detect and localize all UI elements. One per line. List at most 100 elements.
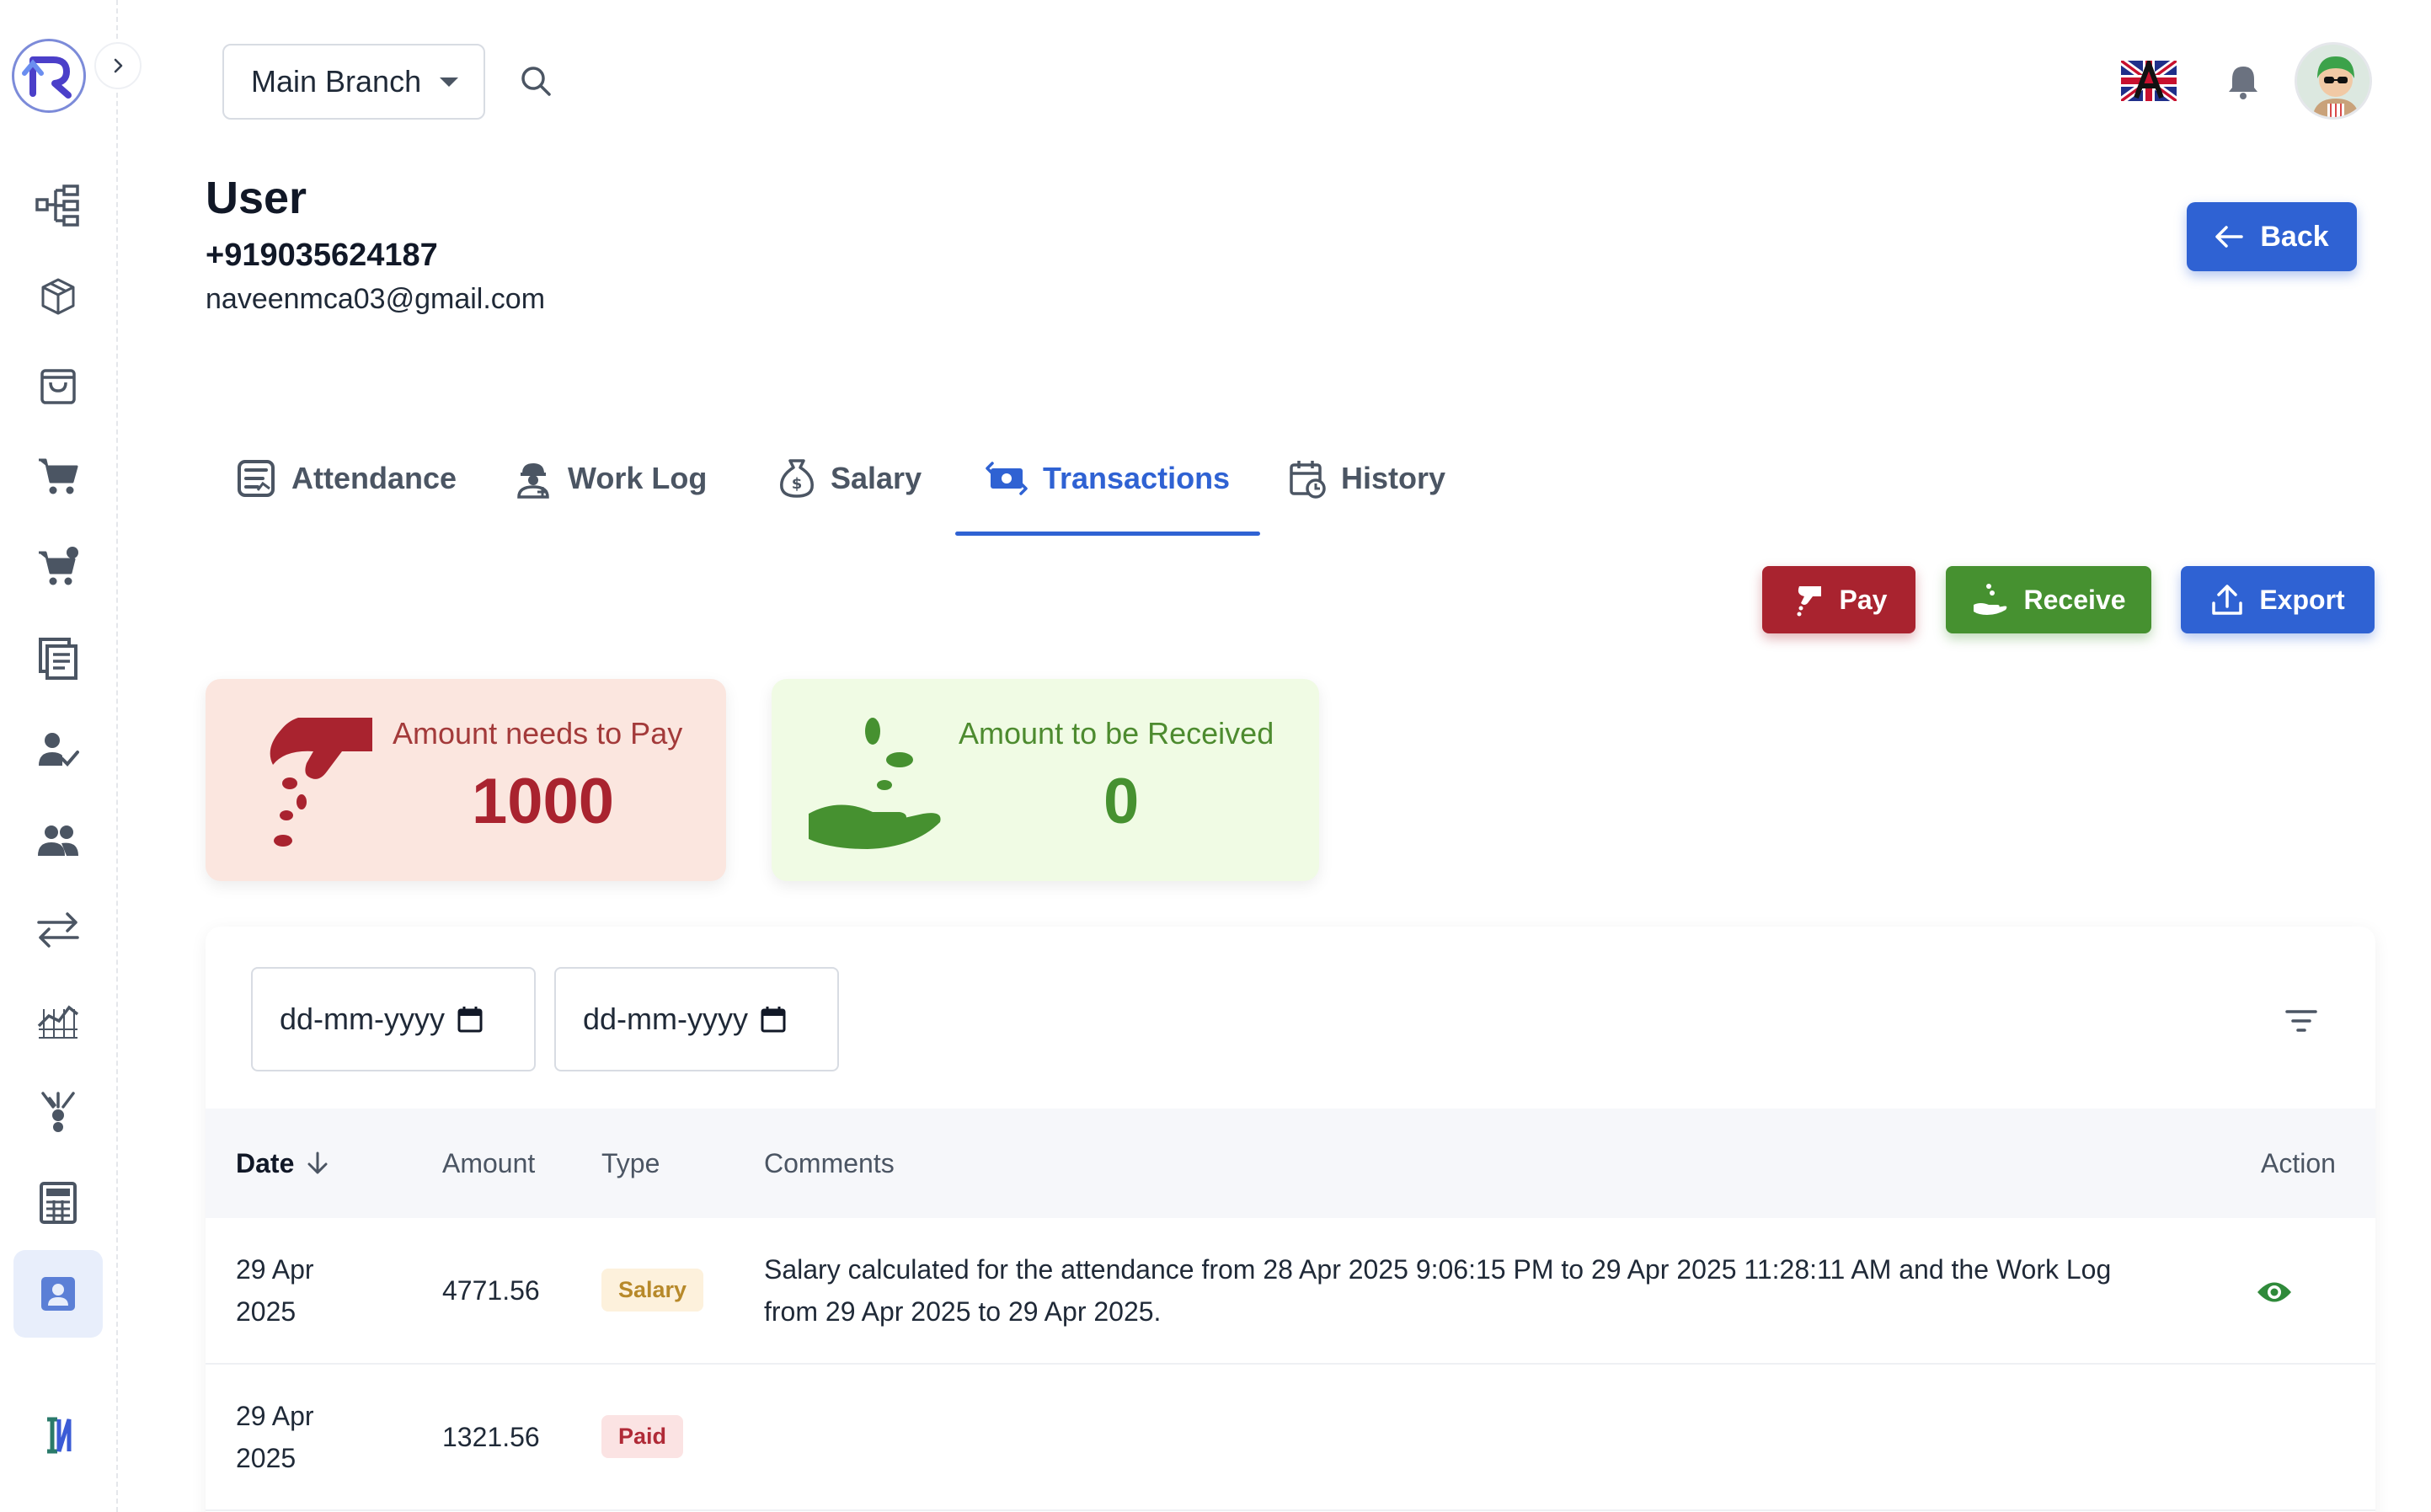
calendar-icon <box>457 1007 483 1033</box>
avatar-illustration-icon <box>2297 45 2370 117</box>
date-to-placeholder: dd-mm-yyyy <box>583 1002 748 1036</box>
sidebar-item-org-chart[interactable] <box>13 162 103 249</box>
date-from-input[interactable]: dd-mm-yyyy <box>251 967 536 1071</box>
search-icon <box>521 67 551 96</box>
notifications-button[interactable] <box>2220 59 2266 104</box>
branch-select-value: Main Branch <box>251 64 422 99</box>
hierarchy-icon <box>35 184 79 227</box>
column-amount: Amount <box>442 1109 535 1218</box>
brand-mark-icon <box>47 1417 72 1454</box>
row-amount: 4771.56 <box>442 1275 540 1306</box>
sidebar-item-orders[interactable] <box>13 342 103 430</box>
cart-icon <box>39 458 78 494</box>
cart-notification-icon <box>39 547 78 585</box>
tab-label: History <box>1341 461 1446 495</box>
users-group-icon <box>38 825 78 856</box>
tab-label: Attendance <box>291 461 457 495</box>
tab-salary[interactable]: $ Salary <box>748 421 952 536</box>
sort-descending-icon <box>307 1151 328 1174</box>
sidebar-item-products[interactable] <box>13 253 103 340</box>
tab-attendance[interactable]: Attendance <box>206 421 487 536</box>
receive-button-label: Receive <box>2023 584 2126 615</box>
table-row: 29 Apr 2025 4771.56 Salary Salary calcul… <box>206 1218 2375 1365</box>
column-amount-label: Amount <box>442 1147 536 1178</box>
table-header: Date Amount Type Comments Action <box>206 1109 2375 1218</box>
svg-text:$: $ <box>792 475 803 493</box>
sidebar-expand-button[interactable] <box>94 42 142 89</box>
row-date: 29 Apr 2025 <box>236 1401 314 1473</box>
pay-button[interactable]: Pay <box>1762 566 1915 633</box>
page-title: User <box>206 173 307 223</box>
money-bag-icon: $ <box>780 459 814 498</box>
amount-to-receive-card: Amount to be Received 0 <box>772 679 1319 881</box>
sidebar-item-calculator[interactable] <box>13 1159 103 1247</box>
document-list-icon <box>39 638 77 680</box>
column-date-label: Date <box>236 1147 295 1178</box>
sidebar <box>0 0 142 1512</box>
user-phone: +919035624187 <box>206 238 438 273</box>
search-button[interactable] <box>514 59 558 103</box>
app-logo[interactable] <box>12 39 86 113</box>
amount-to-pay-label: Amount needs to Pay <box>393 716 683 751</box>
calendar-icon <box>761 1007 786 1033</box>
column-comments: Comments <box>764 1109 895 1218</box>
column-type: Type <box>601 1109 660 1218</box>
arrow-left-icon <box>2215 226 2244 248</box>
contact-card-icon <box>41 1277 75 1311</box>
type-badge: Salary <box>601 1269 704 1312</box>
sidebar-item-integrations[interactable] <box>13 1068 103 1156</box>
tab-work-log[interactable]: Work Log <box>484 421 737 536</box>
filter-button[interactable] <box>2281 1001 2321 1041</box>
tab-label: Salary <box>831 461 922 495</box>
sidebar-item-cart-alert[interactable] <box>13 522 103 610</box>
sidebar-item-staff[interactable] <box>13 1250 103 1338</box>
amount-to-receive-value: 0 <box>1103 766 1140 837</box>
row-comment: Salary calculated for the attendance fro… <box>764 1254 2112 1327</box>
sidebar-item-cart[interactable] <box>13 433 103 521</box>
uk-flag-icon <box>2118 56 2179 104</box>
chevron-down-icon <box>440 77 458 87</box>
logo-icon <box>22 56 72 99</box>
back-button-label: Back <box>2260 220 2329 253</box>
column-date[interactable]: Date <box>236 1109 329 1218</box>
amount-to-receive-label: Amount to be Received <box>959 716 1274 751</box>
pay-hand-icon <box>1797 586 1821 617</box>
column-type-label: Type <box>601 1147 660 1178</box>
sidebar-item-reports[interactable] <box>13 615 103 703</box>
row-date: 29 Apr 2025 <box>236 1254 314 1327</box>
back-button[interactable]: Back <box>2187 202 2357 271</box>
merge-icon <box>41 1092 75 1132</box>
sidebar-item-user-approve[interactable] <box>13 706 103 793</box>
pay-button-label: Pay <box>1839 584 1888 615</box>
receive-button[interactable]: Receive <box>1946 566 2151 633</box>
calculator-icon <box>40 1182 77 1224</box>
export-button-label: Export <box>2259 584 2345 615</box>
chevron-right-icon <box>114 58 123 73</box>
filter-icon <box>2285 1010 2317 1032</box>
date-to-input[interactable]: dd-mm-yyyy <box>554 967 839 1071</box>
user-avatar[interactable] <box>2295 42 2372 120</box>
tab-transactions[interactable]: Transactions <box>955 421 1261 536</box>
swap-arrows-icon <box>37 912 79 948</box>
amount-to-pay-card: Amount needs to Pay 1000 <box>206 679 726 881</box>
receive-hand-icon <box>809 718 941 849</box>
tab-label: Work Log <box>568 461 708 495</box>
sidebar-footer-logo <box>13 1392 103 1479</box>
sidebar-item-users[interactable] <box>13 797 103 884</box>
column-action-label: Action <box>2261 1147 2336 1178</box>
export-button[interactable]: Export <box>2181 566 2375 633</box>
branch-select[interactable]: Main Branch <box>222 44 485 120</box>
upload-icon <box>2212 585 2243 615</box>
language-flag-button[interactable] <box>2118 56 2179 104</box>
view-button[interactable] <box>2256 1274 2293 1311</box>
tab-history[interactable]: History <box>1258 421 1476 536</box>
sidebar-item-analytics[interactable] <box>13 977 103 1065</box>
eye-icon <box>2257 1282 2291 1302</box>
pay-hand-icon <box>270 718 372 847</box>
money-transfer-icon <box>986 462 1028 495</box>
sidebar-item-transfers[interactable] <box>13 886 103 974</box>
line-chart-icon <box>37 1005 79 1039</box>
calendar-history-icon <box>1290 461 1326 499</box>
receive-hand-icon <box>1973 584 2006 615</box>
table-row: 29 Apr 2025 1321.56 Paid <box>206 1365 2375 1511</box>
